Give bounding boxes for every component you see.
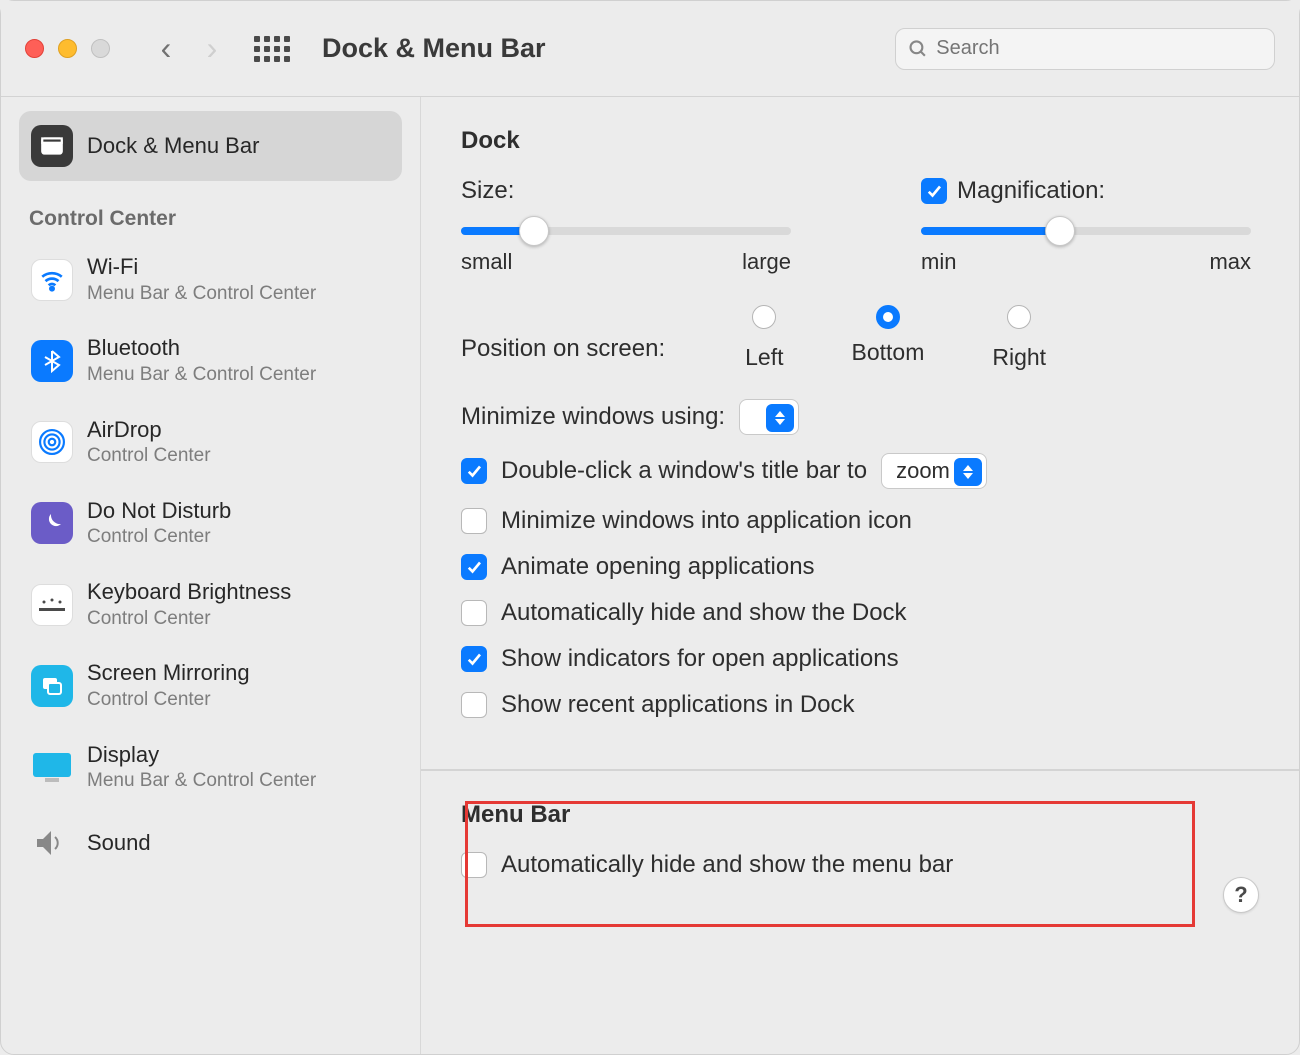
sidebar-item-label: Sound [87,829,151,858]
help-button[interactable]: ? [1223,877,1259,913]
sidebar-item-label: Screen Mirroring [87,659,250,688]
position-bottom-radio[interactable] [876,305,900,329]
mag-min-label: min [921,249,956,275]
grid-icon [254,36,290,62]
minimize-effect-label: Minimize windows using: [461,403,725,431]
magnification-slider-thumb[interactable] [1045,216,1075,246]
sidebar-item-label: Bluetooth [87,334,316,363]
dock-menubar-icon [31,125,73,167]
autohide-menubar-checkbox[interactable] [461,852,487,878]
sidebar-item-label: Keyboard Brightness [87,578,291,607]
autohide-menubar-label: Automatically hide and show the menu bar [501,851,953,879]
dock-heading: Dock [461,127,1251,155]
sidebar-item-bluetooth[interactable]: BluetoothMenu Bar & Control Center [19,320,402,401]
position-bottom-label: Bottom [852,339,925,366]
window-title: Dock & Menu Bar [322,33,546,64]
preferences-pane: Dock Size: small large Magnification: [421,97,1299,1054]
chevron-updown-icon [766,404,794,432]
menubar-heading: Menu Bar [461,801,1251,829]
close-window-button[interactable] [25,39,44,58]
minimize-into-icon-checkbox[interactable] [461,508,487,534]
autohide-dock-checkbox[interactable] [461,600,487,626]
sidebar-section-control-center: Control Center [19,181,402,239]
sidebar-item-sublabel: Control Center [87,444,211,469]
sound-icon [31,822,73,864]
position-left-label: Left [745,344,783,371]
sidebar-item-sublabel: Control Center [87,607,291,632]
magnification-slider[interactable] [921,227,1251,235]
magnification-label: Magnification: [957,177,1105,205]
position-left-radio[interactable] [752,305,776,329]
sidebar: Dock & Menu Bar Control Center Wi-FiMenu… [1,97,421,1054]
sidebar-item-label: Display [87,741,316,770]
indicators-checkbox[interactable] [461,646,487,672]
forward-button: › [198,29,226,69]
sidebar-item-dock-menubar[interactable]: Dock & Menu Bar [19,111,402,181]
search-icon [908,38,928,60]
recent-apps-label: Show recent applications in Dock [501,691,855,719]
minimize-effect-select[interactable] [739,399,799,435]
back-button[interactable]: ‹ [152,29,180,69]
sidebar-item-wifi[interactable]: Wi-FiMenu Bar & Control Center [19,239,402,320]
traffic-lights [25,39,110,58]
autohide-dock-label: Automatically hide and show the Dock [501,599,907,627]
screen-mirroring-icon [31,665,73,707]
sidebar-item-label: AirDrop [87,416,211,445]
position-label: Position on screen: [461,305,665,363]
position-right-radio[interactable] [1007,305,1031,329]
sidebar-item-dnd[interactable]: Do Not DisturbControl Center [19,483,402,564]
toolbar: ‹ › Dock & Menu Bar [1,1,1299,97]
wifi-icon [31,259,73,301]
indicators-label: Show indicators for open applications [501,645,899,673]
doubleclick-label: Double-click a window's title bar to [501,457,867,485]
sidebar-item-screen-mirroring[interactable]: Screen MirroringControl Center [19,645,402,726]
size-slider-thumb[interactable] [519,216,549,246]
sidebar-item-label: Do Not Disturb [87,497,231,526]
search-input[interactable] [936,37,1262,60]
size-min-label: small [461,249,512,275]
sidebar-item-sublabel: Menu Bar & Control Center [87,769,316,794]
show-all-button[interactable] [252,29,292,69]
sidebar-item-sublabel: Menu Bar & Control Center [87,282,316,307]
size-label: Size: [461,177,791,205]
moon-icon [31,502,73,544]
doubleclick-checkbox[interactable] [461,458,487,484]
doubleclick-action-select[interactable]: zoom [881,453,987,489]
position-right-label: Right [992,344,1046,371]
magnification-checkbox[interactable] [921,178,947,204]
recent-apps-checkbox[interactable] [461,692,487,718]
zoom-window-button [91,39,110,58]
bluetooth-icon [31,340,73,382]
sidebar-item-sublabel: Menu Bar & Control Center [87,363,316,388]
mag-max-label: max [1209,249,1251,275]
sidebar-item-sublabel: Control Center [87,688,250,713]
display-icon [31,746,73,788]
section-divider [421,769,1299,771]
keyboard-brightness-icon [31,584,73,626]
minimize-window-button[interactable] [58,39,77,58]
sidebar-item-label: Wi-Fi [87,253,316,282]
sidebar-item-airdrop[interactable]: AirDropControl Center [19,402,402,483]
minimize-into-icon-label: Minimize windows into application icon [501,507,912,535]
size-slider[interactable] [461,227,791,235]
sidebar-item-label: Dock & Menu Bar [87,132,259,161]
sidebar-item-keyboard-brightness[interactable]: Keyboard BrightnessControl Center [19,564,402,645]
animate-checkbox[interactable] [461,554,487,580]
sidebar-item-display[interactable]: DisplayMenu Bar & Control Center [19,727,402,808]
animate-label: Animate opening applications [501,553,815,581]
sidebar-item-sound[interactable]: Sound [19,808,402,878]
chevron-updown-icon [954,458,982,486]
search-field[interactable] [895,28,1275,70]
sidebar-item-sublabel: Control Center [87,525,231,550]
airdrop-icon [31,421,73,463]
size-max-label: large [742,249,791,275]
